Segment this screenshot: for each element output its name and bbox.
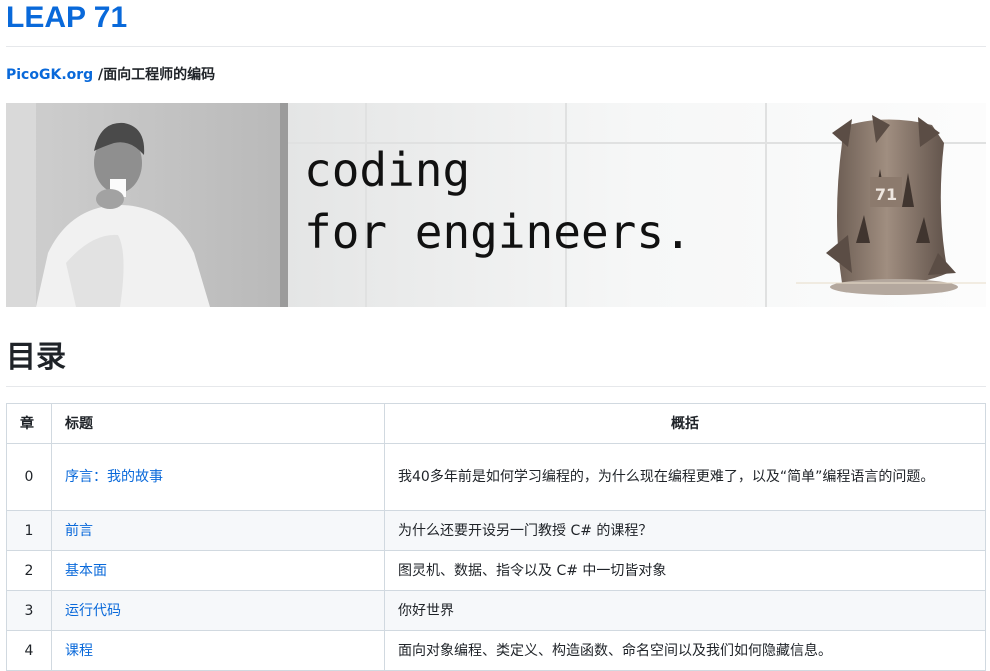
column-header-summary: 概括 — [384, 403, 986, 444]
table-row: 1 前言 为什么还要开设另一门教授 C# 的课程？ — [6, 510, 986, 551]
chapter-link-running-code[interactable]: 运行代码 — [65, 603, 121, 619]
chapter-number: 4 — [6, 630, 52, 671]
chapter-title-cell: 运行代码 — [51, 590, 385, 631]
part-logo-mark: 71 — [875, 185, 897, 204]
chapter-number: 0 — [6, 443, 52, 511]
chapter-summary: 你好世界 — [384, 590, 986, 631]
breadcrumb-current: 面向工程师的编码 — [103, 67, 216, 83]
table-row: 0 序言：我的故事 我40多年前是如何学习编程的，为什么现在编程更难了，以及“简… — [6, 443, 986, 511]
column-header-chapter: 章 — [6, 403, 52, 444]
breadcrumb-link-picogk[interactable]: PicoGK.org — [6, 67, 93, 83]
chapter-title-cell: 基本面 — [51, 550, 385, 591]
divider — [6, 46, 986, 47]
chapter-title-cell: 序言：我的故事 — [51, 443, 385, 511]
chapter-summary: 面向对象编程、类定义、构造函数、命名空间以及我们如何隐藏信息。 — [384, 630, 986, 671]
toc-heading: 目录 — [6, 340, 66, 375]
chapter-summary: 为什么还要开设另一门教授 C# 的课程？ — [384, 510, 986, 551]
chapter-title-cell: 课程 — [51, 630, 385, 671]
table-row: 4 课程 面向对象编程、类定义、构造函数、命名空间以及我们如何隐藏信息。 — [6, 630, 986, 671]
page: LEAP 71 PicoGK.org /面向工程师的编码 coding for … — [0, 0, 990, 671]
table-row: 3 运行代码 你好世界 — [6, 590, 986, 631]
breadcrumb-separator: / — [93, 67, 104, 83]
chapter-summary: 图灵机、数据、指令以及 C# 中一切皆对象 — [384, 550, 986, 591]
banner-text-line2: for engineers. — [304, 205, 692, 259]
table-row: 2 基本面 图灵机、数据、指令以及 C# 中一切皆对象 — [6, 550, 986, 591]
toc-table: 章 标题 概括 0 序言：我的故事 我40多年前是如何学习编程的，为什么现在编程… — [6, 403, 986, 671]
chapter-link-fundamentals[interactable]: 基本面 — [65, 563, 107, 579]
printed-part-image: 71 — [826, 115, 958, 295]
portrait-photo — [6, 103, 288, 307]
chapter-number: 1 — [6, 510, 52, 551]
divider — [6, 386, 986, 387]
site-title[interactable]: LEAP 71 — [6, 0, 127, 36]
banner-text-line1: coding — [304, 143, 470, 197]
chapter-number: 3 — [6, 590, 52, 631]
breadcrumb: PicoGK.org /面向工程师的编码 — [6, 64, 215, 86]
chapter-link-classes[interactable]: 课程 — [65, 643, 93, 659]
column-header-title: 标题 — [51, 403, 385, 444]
banner-image: coding for engineers. 71 — [6, 103, 986, 307]
chapter-number: 2 — [6, 550, 52, 591]
chapter-summary: 我40多年前是如何学习编程的，为什么现在编程更难了，以及“简单”编程语言的问题。 — [384, 443, 986, 511]
chapter-link-preface-story[interactable]: 序言：我的故事 — [65, 469, 163, 485]
chapter-link-foreword[interactable]: 前言 — [65, 523, 93, 539]
chapter-title-cell: 前言 — [51, 510, 385, 551]
table-header-row: 章 标题 概括 — [6, 403, 986, 444]
